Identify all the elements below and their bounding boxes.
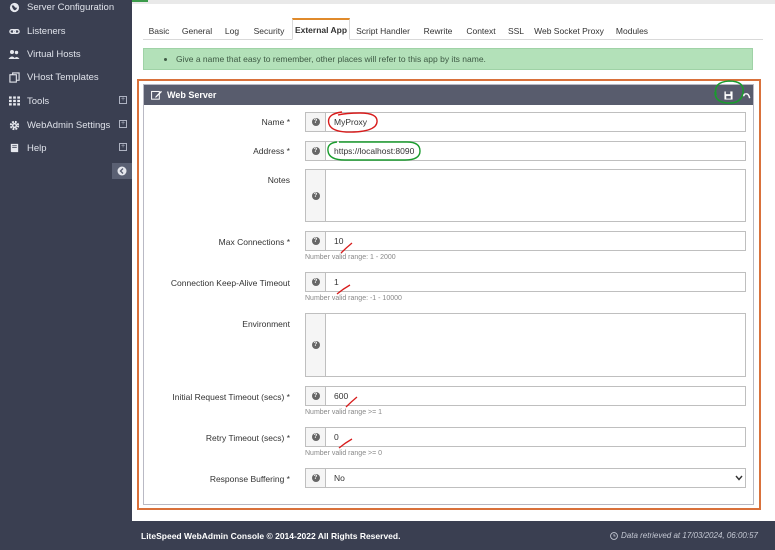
copy-icon [8, 71, 20, 83]
panel-header: Web Server [144, 85, 753, 105]
tab-basic[interactable]: Basic [143, 21, 175, 40]
question-icon: ? [311, 392, 320, 400]
tab-modules[interactable]: Modules [614, 21, 650, 40]
clock-icon [610, 531, 618, 540]
response-buffering-select[interactable]: No [326, 468, 746, 488]
save-icon [723, 90, 733, 100]
book-icon [8, 142, 20, 154]
globe-icon [8, 1, 20, 13]
info-message: Give a name that easy to remember, other… [143, 48, 753, 70]
question-icon: ? [311, 433, 320, 441]
initial-timeout-help-button[interactable]: ? [305, 386, 326, 406]
notes-label: Notes [267, 175, 290, 185]
edit-icon [151, 90, 162, 100]
keep-alive-hint: Number valid range: -1 - 10000 [305, 295, 402, 302]
question-icon: ? [311, 237, 320, 245]
grid-icon [8, 95, 20, 107]
tab-context[interactable]: Context [463, 21, 499, 40]
max-connections-help-button[interactable]: ? [305, 231, 326, 251]
sidebar-item-listeners[interactable]: Listeners [0, 21, 132, 41]
keep-alive-help-button[interactable]: ? [305, 272, 326, 292]
expand-icon[interactable]: + [119, 120, 127, 128]
environment-help-button[interactable]: ? [305, 313, 326, 377]
retry-timeout-help-button[interactable]: ? [305, 427, 326, 447]
tab-general[interactable]: General [179, 21, 215, 40]
expand-icon[interactable]: + [119, 143, 127, 151]
undo-icon [741, 92, 750, 98]
response-buffering-help-button[interactable]: ? [305, 468, 326, 488]
name-input[interactable] [326, 112, 746, 132]
initial-timeout-hint: Number valid range >= 1 [305, 409, 383, 416]
tab-script-handler[interactable]: Script Handler [355, 21, 411, 40]
sidebar-item-help[interactable]: Help + [0, 138, 132, 158]
keep-alive-label: Connection Keep-Alive Timeout [170, 278, 290, 288]
max-connections-label: Max Connections * [218, 237, 290, 247]
sidebar-item-label: Server Configuration [27, 1, 115, 13]
sidebar-item-virtual-hosts[interactable]: Virtual Hosts [0, 44, 132, 64]
address-input[interactable] [326, 141, 746, 161]
sidebar-item-webadmin-settings[interactable]: WebAdmin Settings + [0, 115, 132, 135]
question-icon: ? [311, 191, 320, 200]
tab-security[interactable]: Security [249, 21, 289, 40]
users-icon [8, 48, 20, 60]
tab-bar: Basic General Log Security External App … [143, 18, 763, 40]
question-icon: ? [311, 474, 320, 482]
info-text: Give a name that easy to remember, other… [176, 54, 486, 64]
environment-textarea[interactable] [326, 313, 746, 377]
expand-icon[interactable]: + [119, 96, 127, 104]
question-icon: ? [311, 118, 320, 126]
sidebar-item-label: VHost Templates [27, 71, 99, 83]
sidebar-collapse-button[interactable] [112, 163, 132, 179]
tab-external-app[interactable]: External App [292, 18, 350, 40]
tab-ssl[interactable]: SSL [507, 21, 525, 40]
question-icon: ? [311, 341, 320, 349]
panel-title: Web Server [167, 90, 217, 100]
initial-timeout-input[interactable] [326, 386, 746, 406]
footer: LiteSpeed WebAdmin Console © 2014-2022 A… [132, 521, 775, 550]
address-label: Address * [253, 146, 290, 156]
tab-log[interactable]: Log [221, 21, 243, 40]
environment-label: Environment [242, 319, 290, 329]
question-icon: ? [311, 147, 320, 155]
tab-web-socket-proxy[interactable]: Web Socket Proxy [534, 21, 604, 40]
link-icon [8, 25, 20, 37]
undo-button[interactable] [740, 89, 752, 101]
footer-copyright: LiteSpeed WebAdmin Console © 2014-2022 A… [141, 530, 401, 541]
keep-alive-input[interactable] [326, 272, 746, 292]
tab-rewrite[interactable]: Rewrite [421, 21, 455, 40]
sidebar-item-vhost-templates[interactable]: VHost Templates [0, 67, 132, 87]
sidebar-item-label: Help [27, 142, 47, 154]
notes-textarea[interactable] [326, 169, 746, 222]
gear-icon [8, 119, 20, 131]
sidebar-item-label: Listeners [27, 25, 66, 37]
sidebar-item-tools[interactable]: Tools + [0, 91, 132, 111]
sidebar-item-server-configuration[interactable]: Server Configuration [0, 0, 132, 17]
retry-timeout-input[interactable] [326, 427, 746, 447]
footer-retrieved: Data retrieved at 17/03/2024, 06:00:57 [610, 531, 758, 540]
retry-timeout-label: Retry Timeout (secs) * [205, 433, 290, 443]
save-button[interactable] [722, 89, 734, 101]
bullet-icon [164, 57, 167, 61]
retry-timeout-hint: Number valid range >= 0 [305, 450, 383, 457]
address-help-button[interactable]: ? [305, 141, 326, 161]
sidebar-item-label: WebAdmin Settings [27, 119, 111, 131]
max-connections-hint: Number valid range: 1 - 2000 [305, 254, 396, 261]
retrieved-text: Data retrieved at 17/03/2024, 06:00:57 [621, 531, 758, 540]
sidebar-item-label: Virtual Hosts [27, 48, 81, 60]
sidebar-item-label: Tools [27, 95, 50, 107]
max-connections-input[interactable] [326, 231, 746, 251]
name-label: Name * [261, 117, 290, 127]
response-buffering-label: Response Buffering * [209, 474, 290, 484]
initial-timeout-label: Initial Request Timeout (secs) * [172, 392, 290, 402]
arrow-left-circle-icon [117, 166, 127, 176]
sidebar: Server Configuration Listeners Virtual H… [0, 0, 132, 550]
notes-help-button[interactable]: ? [305, 169, 326, 222]
name-help-button[interactable]: ? [305, 112, 326, 132]
question-icon: ? [311, 278, 320, 286]
top-strip [132, 0, 775, 4]
